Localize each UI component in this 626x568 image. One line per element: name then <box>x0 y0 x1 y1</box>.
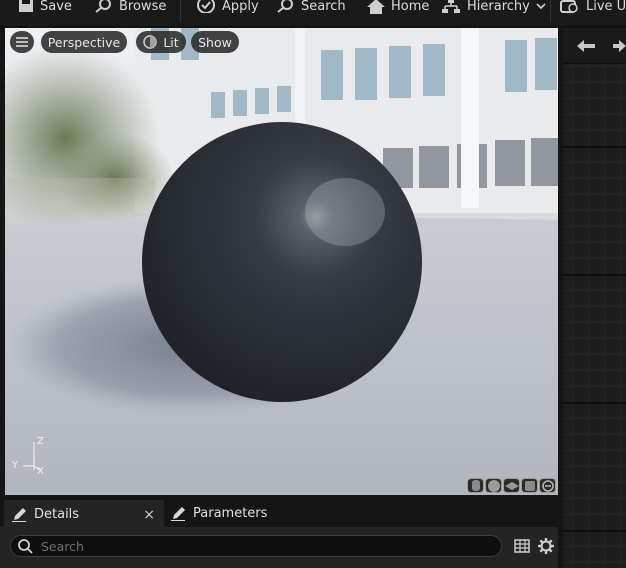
toolbar-divider <box>180 0 181 22</box>
cylinder-icon <box>471 480 480 491</box>
home-icon <box>367 0 385 14</box>
details-tab-bar: Details × Parameters <box>0 499 558 527</box>
preview-plane-button[interactable] <box>503 478 520 493</box>
cube-icon <box>524 480 535 491</box>
apply-button[interactable]: Apply <box>196 0 259 17</box>
hierarchy-button[interactable]: Hierarchy <box>441 0 553 17</box>
save-label: Save <box>40 0 72 14</box>
browse-icon <box>95 0 111 13</box>
axis-z-label: Z <box>37 436 44 447</box>
plane-icon <box>504 481 519 490</box>
show-button[interactable]: Show <box>191 31 239 53</box>
tab-details[interactable]: Details × <box>4 500 164 527</box>
teapot-icon <box>541 479 554 492</box>
menu-icon <box>16 37 28 47</box>
browse-button[interactable]: Browse <box>95 0 166 17</box>
preview-mesh-selector <box>467 478 556 493</box>
gear-icon[interactable] <box>538 538 554 554</box>
hierarchy-icon <box>442 0 460 13</box>
home-label: Home <box>391 0 430 14</box>
details-search-input[interactable] <box>39 537 483 555</box>
axis-x-label: X <box>37 466 44 477</box>
chevron-down-icon <box>536 3 546 10</box>
hierarchy-label: Hierarchy <box>467 0 530 14</box>
material-graph-panel[interactable] <box>563 28 626 568</box>
preview-sphere-button[interactable] <box>485 478 502 493</box>
perspective-button[interactable]: Perspective <box>41 31 127 53</box>
back-arrow-icon[interactable] <box>576 39 596 53</box>
asset-toolbar: Save Browse Apply Search Home Hierarchy … <box>0 0 626 27</box>
details-panel <box>0 527 558 568</box>
save-button[interactable]: Save <box>18 0 72 17</box>
material-preview-viewport[interactable]: Perspective Lit Show Z Y X <box>5 28 558 495</box>
pencil-icon <box>171 506 185 521</box>
save-icon <box>19 0 33 12</box>
search-button[interactable]: Search <box>277 0 346 17</box>
search-label: Search <box>301 0 346 14</box>
browse-label: Browse <box>119 0 167 14</box>
search-icon <box>277 0 293 13</box>
axis-lines <box>23 442 41 471</box>
graph-nav-bar <box>563 28 626 64</box>
pencil-icon <box>12 507 26 522</box>
preview-custom-mesh-button[interactable] <box>539 478 556 493</box>
table-icon[interactable] <box>514 539 530 553</box>
axis-gizmo: Z Y X <box>11 434 51 478</box>
live-update-button[interactable]: Live Up <box>560 0 626 17</box>
apply-icon <box>197 0 215 13</box>
lit-label: Lit <box>163 34 179 50</box>
preview-cylinder-button[interactable] <box>467 478 484 493</box>
home-button[interactable]: Home <box>367 0 429 17</box>
lit-icon <box>143 35 158 49</box>
toolbar-divider <box>550 0 551 22</box>
details-search-box[interactable] <box>10 535 502 557</box>
viewport-options-button[interactable] <box>10 31 34 53</box>
lit-button[interactable]: Lit <box>136 31 186 53</box>
sphere-icon <box>487 479 500 492</box>
apply-label: Apply <box>222 0 259 14</box>
preview-scene <box>5 28 558 495</box>
search-icon <box>18 539 33 554</box>
tab-parameters[interactable]: Parameters <box>171 500 291 527</box>
axis-y-label: Y <box>12 460 19 471</box>
preview-cube-button[interactable] <box>521 478 538 493</box>
close-tab-icon[interactable]: × <box>143 507 155 523</box>
tab-details-label: Details <box>34 507 80 522</box>
live-update-icon <box>560 0 578 13</box>
live-update-label: Live Up <box>586 0 626 14</box>
tab-parameters-label: Parameters <box>193 506 268 521</box>
forward-arrow-icon[interactable] <box>613 39 626 53</box>
